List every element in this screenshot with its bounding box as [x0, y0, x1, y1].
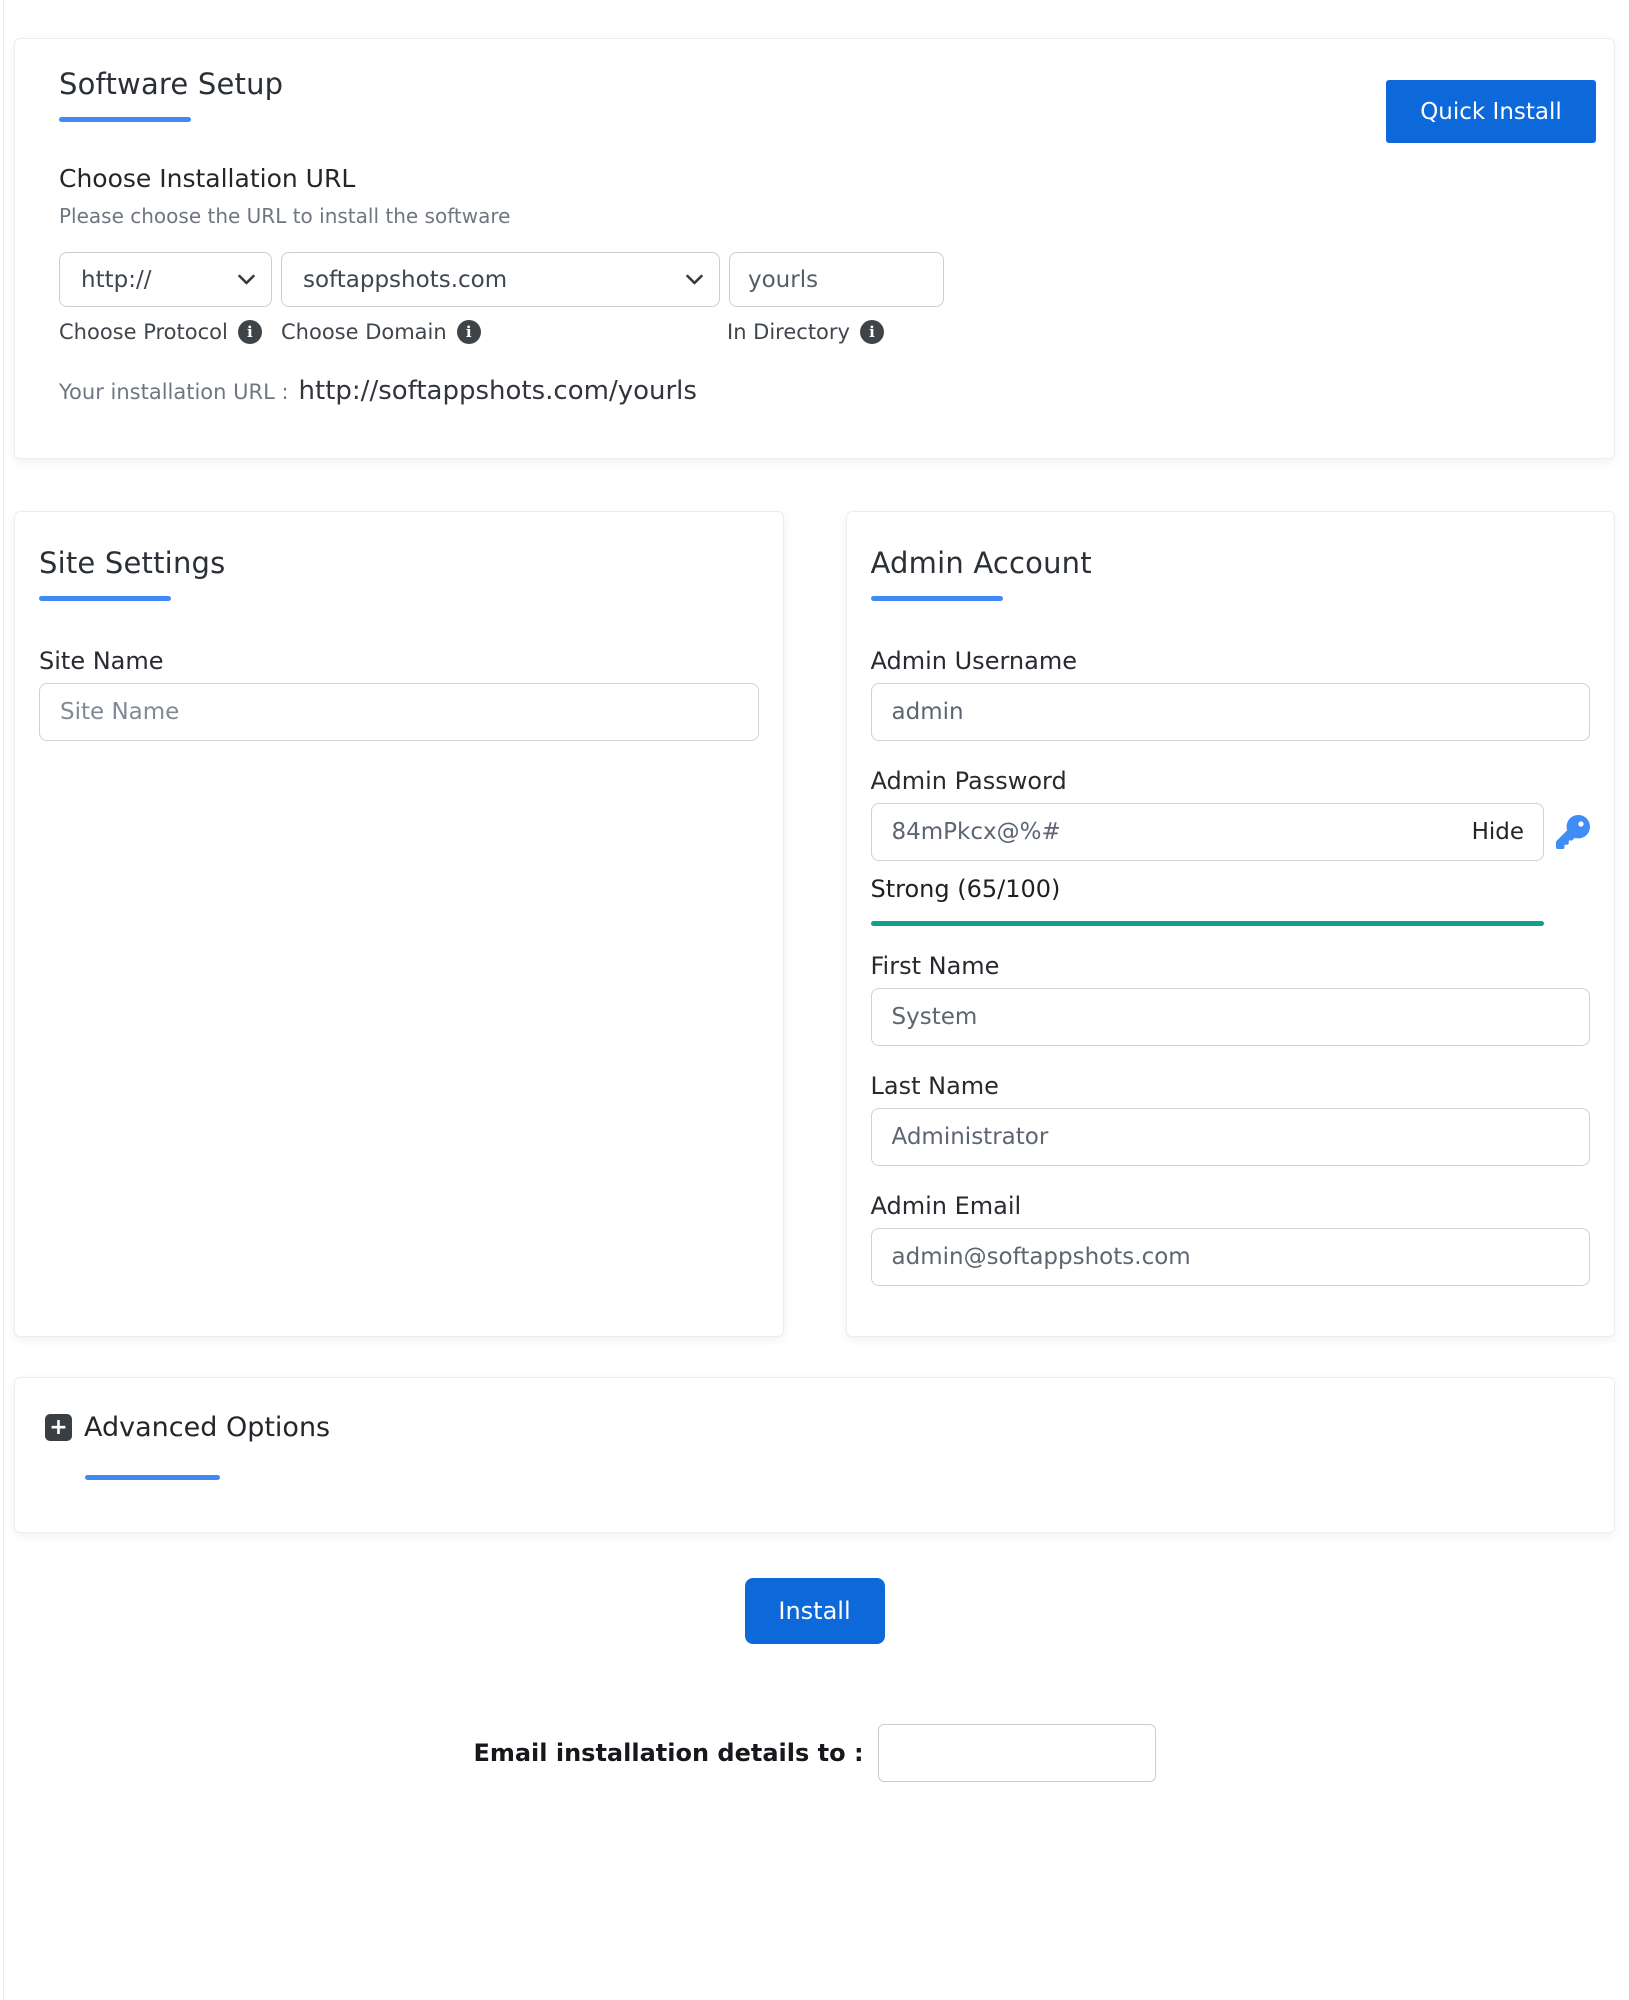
advanced-options-toggle[interactable]: + Advanced Options — [45, 1412, 1584, 1443]
site-name-label: Site Name — [39, 647, 164, 675]
first-name-input[interactable] — [870, 988, 1590, 1046]
directory-input[interactable] — [729, 252, 944, 307]
admin-username-label: Admin Username — [870, 647, 1077, 675]
choose-protocol-label: Choose Protocol — [59, 320, 228, 344]
domain-select[interactable]: softappshots.com — [282, 253, 719, 306]
admin-email-label: Admin Email — [870, 1192, 1022, 1220]
email-details-input[interactable] — [877, 1724, 1156, 1782]
password-strength-meta: Strong (65/100) — [870, 875, 1544, 926]
admin-password-label: Admin Password — [870, 767, 1067, 795]
settings-columns: Site Settings Site Name Admin Account Ad… — [14, 511, 1615, 1337]
choose-domain-label-group: Choose Domain i — [281, 320, 727, 344]
plus-icon[interactable]: + — [45, 1414, 72, 1441]
info-icon[interactable]: i — [859, 320, 884, 344]
admin-account-card: Admin Account Admin Username Admin Passw… — [845, 511, 1615, 1337]
site-settings-title: Site Settings — [39, 546, 226, 580]
software-setup-title: Software Setup — [59, 67, 284, 101]
info-icon[interactable]: i — [237, 320, 262, 344]
last-name-label: Last Name — [870, 1072, 999, 1100]
admin-email-input[interactable] — [870, 1228, 1590, 1286]
site-name-input[interactable] — [39, 683, 759, 741]
advanced-options-title: Advanced Options — [84, 1412, 331, 1443]
quick-install-button[interactable]: Quick Install — [1386, 80, 1596, 143]
in-directory-label: In Directory — [727, 320, 850, 344]
info-icon[interactable]: i — [456, 320, 481, 344]
in-directory-label-group: In Directory i — [727, 320, 942, 344]
first-name-label: First Name — [870, 952, 1000, 980]
site-settings-card: Site Settings Site Name — [14, 511, 784, 1337]
install-button[interactable]: Install — [744, 1578, 885, 1644]
advanced-options-card: + Advanced Options — [14, 1377, 1615, 1533]
protocol-select[interactable]: http:// — [60, 253, 271, 306]
page-left-hairline — [3, 0, 4, 2000]
protocol-select-wrap: http:// — [59, 252, 272, 307]
title-underline — [85, 1475, 220, 1480]
installation-url-line: Your installation URL : http://softappsh… — [59, 376, 1570, 406]
admin-password-box: Hide — [870, 803, 1544, 861]
installer-page: Quick Install Software Setup Choose Inst… — [0, 0, 1629, 2000]
title-underline — [59, 117, 191, 122]
generate-password-key-icon[interactable] — [1556, 815, 1590, 849]
admin-password-input[interactable] — [870, 803, 1544, 861]
admin-account-title: Admin Account — [870, 546, 1092, 580]
choose-domain-label: Choose Domain — [281, 320, 447, 344]
password-strength-bar — [870, 921, 1544, 926]
install-row: Install — [0, 1578, 1629, 1644]
admin-username-input[interactable] — [870, 683, 1590, 741]
choose-installation-url-subtitle: Please choose the URL to install the sof… — [59, 204, 511, 228]
installation-url-value: http://softappshots.com/yourls — [298, 376, 697, 406]
password-strength-text: Strong (65/100) — [870, 875, 1061, 903]
installation-url-label: Your installation URL : — [59, 380, 289, 404]
email-details-row: Email installation details to : — [0, 1724, 1629, 1782]
url-row-labels: Choose Protocol i Choose Domain i In Dir… — [59, 320, 1570, 344]
choose-protocol-label-group: Choose Protocol i — [59, 320, 281, 344]
domain-select-wrap: softappshots.com — [281, 252, 720, 307]
last-name-input[interactable] — [870, 1108, 1590, 1166]
installation-url-row: http:// softappshots.com — [59, 252, 1570, 307]
email-details-label: Email installation details to : — [473, 1739, 864, 1767]
software-setup-card: Quick Install Software Setup Choose Inst… — [14, 38, 1615, 459]
choose-installation-url-heading: Choose Installation URL — [59, 164, 356, 193]
admin-password-row: Hide — [870, 803, 1590, 861]
title-underline — [870, 596, 1003, 601]
title-underline — [39, 596, 171, 601]
password-hide-toggle[interactable]: Hide — [1472, 819, 1524, 845]
